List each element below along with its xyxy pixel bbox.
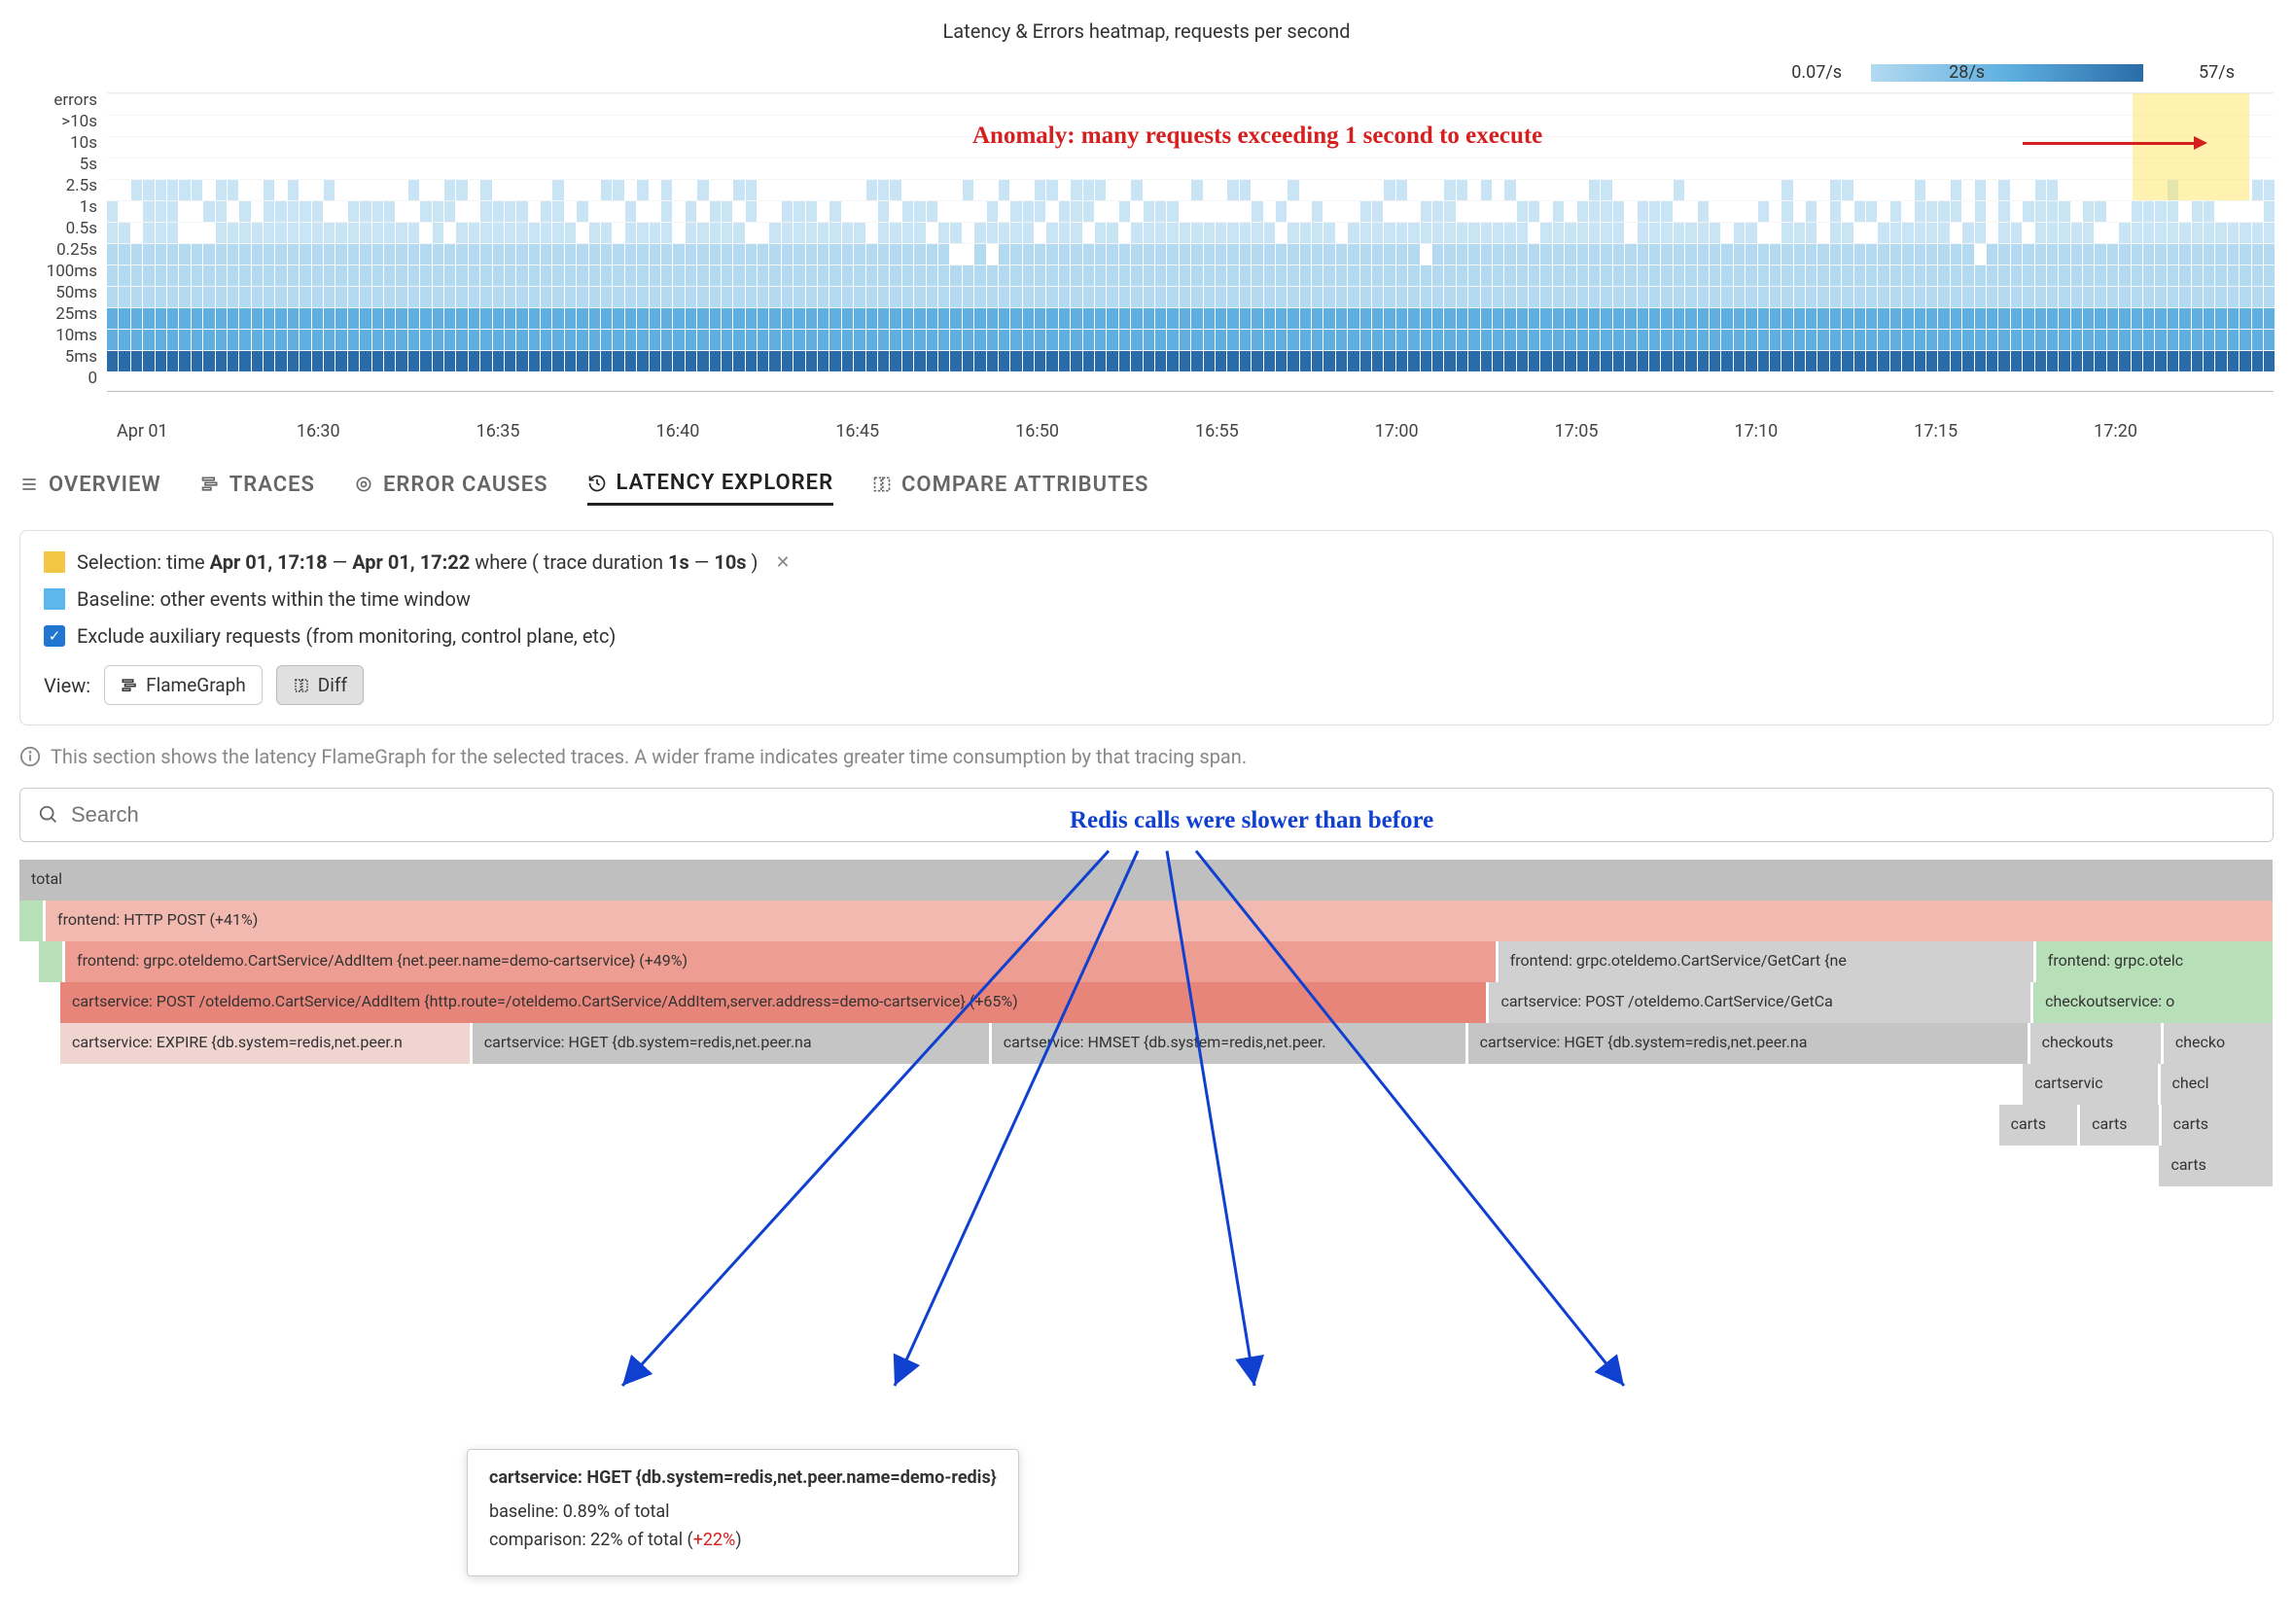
search-icon (38, 804, 59, 826)
selection-panel: Selection: time Apr 01, 17:18 — Apr 01, … (19, 530, 2274, 725)
tooltip-title: cartservice: HGET {db.system=redis,net.p… (489, 1467, 997, 1488)
tab-overview[interactable]: OVERVIEW (19, 471, 161, 506)
legend-high: 57/s (2199, 62, 2235, 83)
list-icon (19, 475, 39, 494)
baseline-swatch (44, 588, 65, 610)
fg-span[interactable]: carts (2080, 1105, 2159, 1146)
fg-span[interactable]: carts (2162, 1105, 2274, 1146)
flamegraph-tooltip: cartservice: HGET {db.system=redis,net.p… (467, 1449, 1019, 1576)
fg-span-grpc-getcart[interactable]: frontend: grpc.oteldemo.CartService/GetC… (1499, 941, 2034, 982)
traces-icon (200, 475, 220, 494)
baseline-text: Baseline: other events within the time w… (77, 587, 471, 611)
fg-span[interactable]: cartservic (2023, 1064, 2158, 1105)
legend-mid: 28/s (1949, 62, 1985, 83)
target-icon (354, 475, 373, 494)
tooltip-baseline: baseline: 0.89% of total (489, 1501, 997, 1522)
fg-span-frontend-post[interactable]: frontend: HTTP POST (+41%) (46, 900, 2274, 941)
anomaly-annotation: Anomaly: many requests exceeding 1 secon… (972, 123, 1542, 150)
redis-annotation: Redis calls were slower than before (1070, 807, 1433, 834)
fg-span-redis-hmset[interactable]: cartservice: HMSET {db.system=redis,net.… (992, 1023, 1466, 1064)
fg-span[interactable]: carts (2159, 1146, 2274, 1186)
heatmap-grid[interactable]: Anomaly: many requests exceeding 1 secon… (107, 92, 2274, 392)
legend-low: 0.07/s (1791, 62, 1842, 83)
fg-span[interactable] (19, 900, 44, 941)
fg-span-redis-hget[interactable]: cartservice: HGET {db.system=redis,net.p… (473, 1023, 990, 1064)
fg-span-redis-hget2[interactable]: cartservice: HGET {db.system=redis,net.p… (1468, 1023, 2028, 1064)
y-axis: errors >10s 10s 5s 2.5s 1s 0.5s 0.25s 10… (19, 92, 107, 392)
fg-span-grpc-otel[interactable]: frontend: grpc.otelc (2036, 941, 2274, 982)
fg-span-redis-expire[interactable]: cartservice: EXPIRE {db.system=redis,net… (60, 1023, 471, 1064)
fg-span-checkouts[interactable]: checkouts (2030, 1023, 2162, 1064)
fg-span-cartservice-additem[interactable]: cartservice: POST /oteldemo.CartService/… (60, 982, 1487, 1023)
baseline-row: Baseline: other events within the time w… (44, 587, 2249, 611)
exclude-aux-checkbox[interactable]: ✓ (44, 625, 65, 647)
fg-span[interactable] (39, 941, 63, 982)
fg-total[interactable]: total (19, 860, 2274, 900)
chart-title: Latency & Errors heatmap, requests per s… (19, 19, 2274, 43)
fg-span-checko[interactable]: checko (2164, 1023, 2274, 1064)
fg-span-cartservice-getcart[interactable]: cartservice: POST /oteldemo.CartService/… (1489, 982, 2031, 1023)
fg-span[interactable]: checl (2161, 1064, 2274, 1105)
tab-traces[interactable]: TRACES (200, 471, 315, 506)
selection-swatch (44, 551, 65, 573)
tab-compare-attributes[interactable]: COMPARE ATTRIBUTES (872, 471, 1148, 506)
fg-span-checkout[interactable]: checkoutservice: o (2033, 982, 2274, 1023)
info-icon (19, 746, 41, 767)
latency-heatmap[interactable]: errors >10s 10s 5s 2.5s 1s 0.5s 0.25s 10… (19, 92, 2274, 392)
exclude-aux-label: Exclude auxiliary requests (from monitor… (77, 624, 616, 648)
flamegraph-view-button[interactable]: FlameGraph (104, 665, 263, 705)
view-row: View: FlameGraph Diff (44, 665, 2249, 705)
fg-span-grpc-additem[interactable]: frontend: grpc.oteldemo.CartService/AddI… (65, 941, 1497, 982)
tabs: OVERVIEW TRACES ERROR CAUSES LATENCY EXP… (19, 471, 2274, 506)
selection-row: Selection: time Apr 01, 17:18 — Apr 01, … (44, 550, 2249, 574)
fg-span[interactable]: carts (1999, 1105, 2078, 1146)
tab-error-causes[interactable]: ERROR CAUSES (354, 471, 548, 506)
selection-text: Selection: time Apr 01, 17:18 — Apr 01, … (77, 550, 758, 574)
view-label: View: (44, 674, 90, 697)
x-axis: Apr 01 16:30 16:35 16:40 16:45 16:50 16:… (117, 421, 2274, 441)
compare-icon (872, 475, 892, 494)
clear-selection-button[interactable]: ✕ (776, 552, 791, 573)
legend-gradient (1871, 64, 2143, 82)
clock-back-icon (587, 474, 607, 493)
tab-latency-explorer[interactable]: LATENCY EXPLORER (587, 471, 834, 506)
heatmap-legend: 0.07/s 28/s 57/s (19, 62, 2274, 83)
exclude-aux-row: ✓ Exclude auxiliary requests (from monit… (44, 624, 2249, 648)
info-text: This section shows the latency FlameGrap… (19, 745, 2274, 768)
flamegraph[interactable]: total frontend: HTTP POST (+41%) fronten… (19, 860, 2274, 1186)
diff-view-button[interactable]: Diff (276, 665, 364, 705)
anomaly-arrow (2023, 142, 2198, 145)
tooltip-comparison: comparison: 22% of total (+22%) (489, 1530, 997, 1550)
